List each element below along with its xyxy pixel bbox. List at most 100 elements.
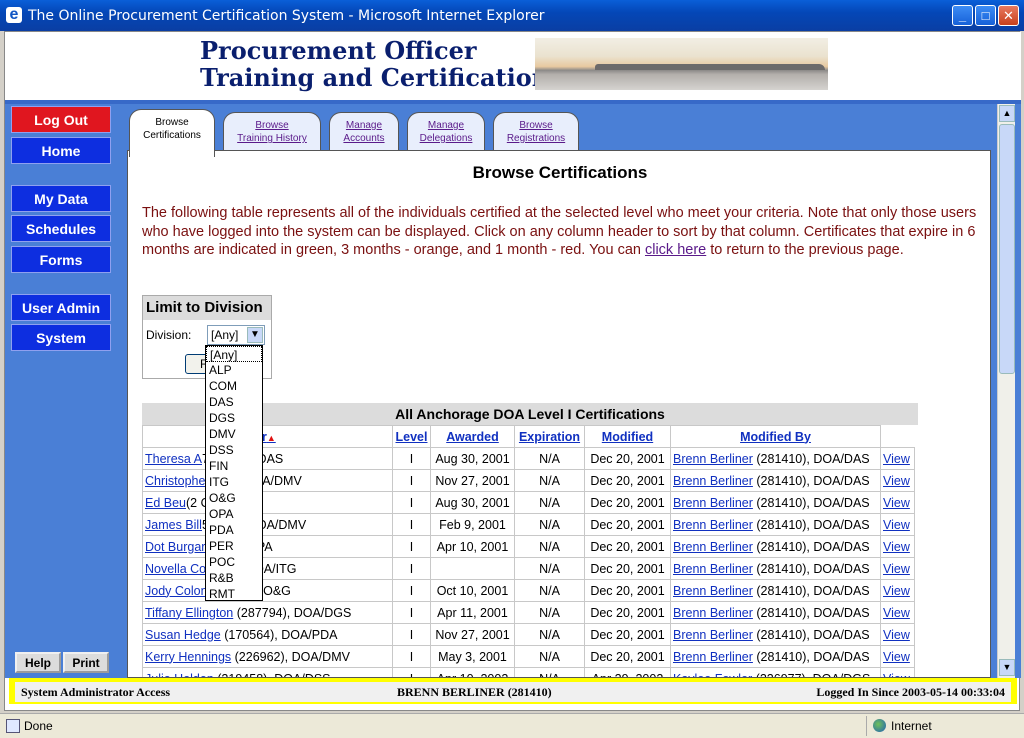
scroll-down-icon[interactable]: ▼: [999, 659, 1015, 676]
table-row: Tiffany Ellington (287794), DOA/DGS I Apr …: [142, 601, 915, 624]
column-header-name[interactable]: er▲: [142, 425, 393, 448]
help-button[interactable]: Help: [15, 652, 61, 673]
person-link[interactable]: James Bill: [145, 518, 202, 532]
modifier-link[interactable]: Brenn Berliner: [673, 540, 753, 554]
view-link[interactable]: View: [883, 474, 910, 488]
division-option[interactable]: PDA: [206, 522, 262, 538]
modifier-link[interactable]: Brenn Berliner: [673, 584, 753, 598]
expiration-cell: N/A: [514, 535, 585, 558]
schedules-button[interactable]: Schedules: [11, 215, 111, 242]
view-link[interactable]: View: [883, 584, 910, 598]
scroll-up-icon[interactable]: ▲: [999, 105, 1015, 122]
column-header-modified[interactable]: Modified: [584, 425, 671, 448]
person-link[interactable]: Ed Beu: [145, 496, 186, 510]
modifier-link[interactable]: Brenn Berliner: [673, 562, 753, 576]
tab-manage-delegations[interactable]: Manage Delegations: [407, 112, 485, 154]
name-cell: Christophe6711), DOA/DMV: [142, 469, 393, 492]
maximize-button[interactable]: □: [975, 5, 996, 26]
person-link[interactable]: Novella Co: [145, 562, 206, 576]
print-button[interactable]: Print: [63, 652, 109, 673]
tab-browse-certifications[interactable]: Browse Certifications: [129, 109, 215, 157]
view-link[interactable]: View: [883, 562, 910, 576]
chevron-down-icon[interactable]: ▼: [247, 327, 263, 343]
expiration-cell: N/A: [514, 447, 585, 470]
tab-manage-accounts[interactable]: Manage Accounts: [329, 112, 399, 154]
tab-browse-training-history[interactable]: Browse Training History: [223, 112, 321, 154]
name-cell: Kerry Hennings (226962), DOA/DMV: [142, 645, 393, 668]
tab-label: Training History: [237, 133, 307, 144]
modifier-link[interactable]: Brenn Berliner: [673, 628, 753, 642]
modified-cell: Dec 20, 2001: [584, 535, 671, 558]
division-option[interactable]: DGS: [206, 410, 262, 426]
view-link[interactable]: View: [883, 496, 910, 510]
division-option[interactable]: ITG: [206, 474, 262, 490]
column-header-modified-by[interactable]: Modified By: [670, 425, 881, 448]
awarded-cell: Apr 10, 2002: [430, 667, 515, 677]
person-link[interactable]: Tiffany Ellington: [145, 606, 233, 620]
action-cell: View: [880, 557, 915, 580]
tab-browse-registrations[interactable]: Browse Registrations: [493, 112, 579, 154]
person-link[interactable]: Susan Hedge: [145, 628, 221, 642]
modified-cell: Dec 20, 2001: [584, 601, 671, 624]
division-option[interactable]: [Any]: [206, 346, 262, 362]
modifier-link[interactable]: Brenn Berliner: [673, 606, 753, 620]
division-option[interactable]: DMV: [206, 426, 262, 442]
close-button[interactable]: ✕: [998, 5, 1019, 26]
modifier-link[interactable]: Brenn Berliner: [673, 452, 753, 466]
level-cell: I: [392, 447, 431, 470]
modified-by-cell: Brenn Berliner (281410), DOA/DAS: [670, 623, 881, 646]
modified-by-cell: Brenn Berliner (281410), DOA/DAS: [670, 535, 881, 558]
awarded-cell: [430, 557, 515, 580]
my-data-button[interactable]: My Data: [11, 185, 111, 212]
division-option[interactable]: O&G: [206, 490, 262, 506]
home-button[interactable]: Home: [11, 137, 111, 164]
column-header-expiration[interactable]: Expiration: [514, 425, 585, 448]
view-link[interactable]: View: [883, 540, 910, 554]
intro-end: to return to the previous page.: [706, 242, 904, 258]
view-link[interactable]: View: [883, 650, 910, 664]
scrollbar-thumb[interactable]: [999, 124, 1015, 374]
division-option[interactable]: POC: [206, 554, 262, 570]
person-link[interactable]: Jody Colon: [145, 584, 208, 598]
modifier-detail: (281410), DOA/DAS: [752, 583, 870, 598]
column-header-awarded[interactable]: Awarded: [430, 425, 515, 448]
table-row: Susan Hedge (170564), DOA/PDA I Nov 27, 20…: [142, 623, 915, 646]
view-link[interactable]: View: [883, 518, 910, 532]
level-cell: I: [392, 535, 431, 558]
division-option[interactable]: OPA: [206, 506, 262, 522]
division-option[interactable]: DAS: [206, 394, 262, 410]
division-option[interactable]: R&B: [206, 570, 262, 586]
logout-button[interactable]: Log Out: [11, 106, 111, 133]
forms-button[interactable]: Forms: [11, 246, 111, 273]
person-link[interactable]: Dot Burgar: [145, 540, 205, 554]
view-link[interactable]: View: [883, 606, 910, 620]
click-here-link[interactable]: click here: [645, 242, 706, 258]
user-admin-button[interactable]: User Admin: [11, 294, 111, 321]
minimize-button[interactable]: _: [952, 5, 973, 26]
action-cell: View: [880, 491, 915, 514]
person-link[interactable]: Kerry Hennings: [145, 650, 231, 664]
tab-label: Browse: [155, 117, 189, 128]
division-option[interactable]: PER: [206, 538, 262, 554]
person-link[interactable]: Theresa A: [145, 452, 202, 466]
level-cell: I: [392, 491, 431, 514]
division-option[interactable]: FIN: [206, 458, 262, 474]
access-level-text: System Administrator Access: [21, 685, 171, 699]
division-select[interactable]: [Any] ▼: [207, 325, 265, 345]
division-option[interactable]: RMT: [206, 586, 262, 602]
division-option[interactable]: ALP: [206, 362, 262, 378]
modifier-link[interactable]: Brenn Berliner: [673, 474, 753, 488]
division-option[interactable]: COM: [206, 378, 262, 394]
view-link[interactable]: View: [883, 628, 910, 642]
tab-label: Browse: [519, 120, 553, 131]
column-header-level[interactable]: Level: [392, 425, 431, 448]
tab-label: Accounts: [343, 133, 385, 144]
view-link[interactable]: View: [883, 452, 910, 466]
modifier-link[interactable]: Brenn Berliner: [673, 518, 753, 532]
modifier-link[interactable]: Brenn Berliner: [673, 496, 753, 510]
modifier-link[interactable]: Brenn Berliner: [673, 650, 753, 664]
person-link[interactable]: Christophe: [145, 474, 205, 488]
division-option[interactable]: DSS: [206, 442, 262, 458]
vertical-scrollbar[interactable]: ▲ ▼: [997, 104, 1015, 678]
system-button[interactable]: System: [11, 324, 111, 351]
